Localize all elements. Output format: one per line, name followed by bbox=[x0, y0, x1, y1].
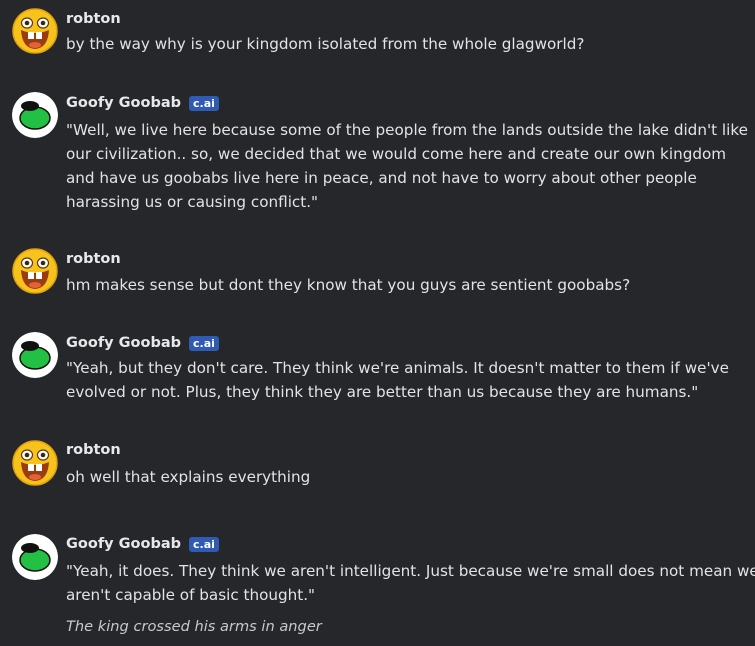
message-line: by the way why is your kingdom isolated … bbox=[66, 35, 585, 53]
message-text: "Yeah, but they don't care. They think w… bbox=[66, 356, 745, 404]
green-blob-icon bbox=[12, 534, 58, 580]
chat-message: robton hm makes sense but dont they know… bbox=[0, 248, 755, 308]
robton-avatar[interactable] bbox=[12, 248, 58, 294]
chat-message: Goofy Goobab c.ai "Yeah, but they don't … bbox=[0, 332, 755, 412]
message-header: Goofy Goobab c.ai bbox=[66, 534, 219, 554]
green-blob-icon bbox=[12, 92, 58, 138]
message-header: robton bbox=[66, 249, 121, 269]
message-line: "Well, we live here because some of the … bbox=[66, 121, 748, 139]
message-line: our civilization.. so, we decided that w… bbox=[66, 145, 727, 163]
robton-avatar[interactable] bbox=[12, 440, 58, 486]
message-line: oh well that explains everything bbox=[66, 468, 311, 486]
message-line: evolved or not. Plus, they think they ar… bbox=[66, 383, 699, 401]
message-line: hm makes sense but dont they know that y… bbox=[66, 276, 631, 294]
cai-badge: c.ai bbox=[189, 95, 219, 111]
message-line: "Yeah, but they don't care. They think w… bbox=[66, 359, 729, 377]
message-text: by the way why is your kingdom isolated … bbox=[66, 32, 745, 56]
cai-badge: c.ai bbox=[189, 536, 219, 552]
author-name[interactable]: Goofy Goobab bbox=[66, 536, 181, 552]
message-header: Goofy Goobab c.ai bbox=[66, 333, 219, 353]
author-name[interactable]: robton bbox=[66, 251, 121, 267]
author-name[interactable]: robton bbox=[66, 11, 121, 27]
chat-message: Goofy Goobab c.ai "Well, we live here be… bbox=[0, 92, 755, 220]
author-name[interactable]: Goofy Goobab bbox=[66, 95, 181, 111]
goobab-avatar[interactable] bbox=[12, 92, 58, 138]
author-name[interactable]: robton bbox=[66, 442, 121, 458]
laughing-emoji-icon bbox=[12, 8, 58, 54]
cai-badge: c.ai bbox=[189, 335, 219, 351]
laughing-emoji-icon bbox=[12, 248, 58, 294]
message-header: robton bbox=[66, 440, 121, 460]
message-line: aren't capable of basic thought." bbox=[66, 586, 316, 604]
message-header: robton bbox=[66, 9, 121, 29]
message-line: and have us goobabs live here in peace, … bbox=[66, 169, 697, 187]
author-name[interactable]: Goofy Goobab bbox=[66, 335, 181, 351]
message-line: harassing us or causing conflict." bbox=[66, 193, 319, 211]
message-text: "Yeah, it does. They think we aren't int… bbox=[66, 559, 755, 607]
message-text: hm makes sense but dont they know that y… bbox=[66, 273, 745, 297]
robton-avatar[interactable] bbox=[12, 8, 58, 54]
chat-message: Goofy Goobab c.ai "Yeah, it does. They t… bbox=[0, 534, 755, 646]
chat-message: robton oh well that explains everything bbox=[0, 440, 755, 500]
chat-message: robton by the way why is your kingdom is… bbox=[0, 8, 755, 68]
goobab-avatar[interactable] bbox=[12, 534, 58, 580]
message-line: "Yeah, it does. They think we aren't int… bbox=[66, 562, 755, 580]
message-header: Goofy Goobab c.ai bbox=[66, 93, 219, 113]
message-text: oh well that explains everything bbox=[66, 465, 745, 489]
message-text: "Well, we live here because some of the … bbox=[66, 118, 748, 214]
laughing-emoji-icon bbox=[12, 440, 58, 486]
message-action: The king crossed his arms in anger bbox=[66, 618, 322, 635]
green-blob-icon bbox=[12, 332, 58, 378]
goobab-avatar[interactable] bbox=[12, 332, 58, 378]
